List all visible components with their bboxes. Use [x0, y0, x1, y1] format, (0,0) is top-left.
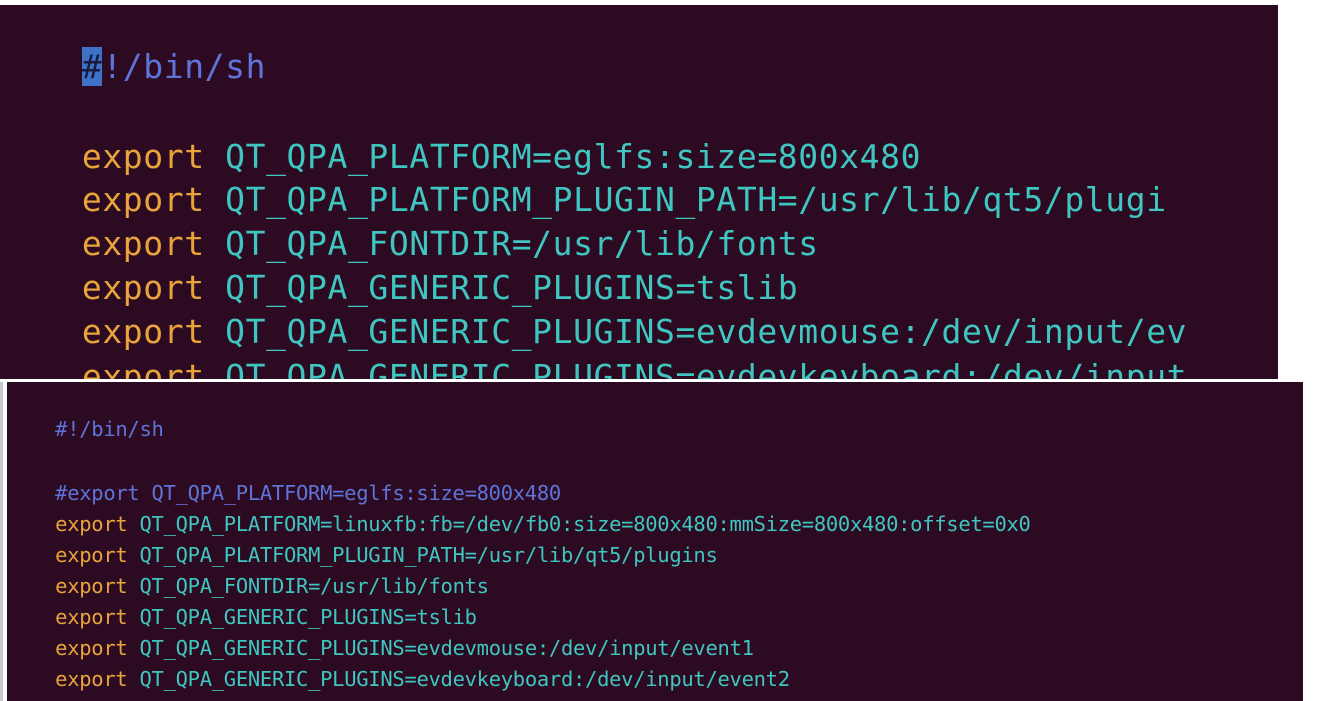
- export-keyword: export: [55, 666, 128, 691]
- shebang-text: #!/bin/sh: [55, 416, 164, 441]
- code-line: export QT_QPA_GENERIC_PLUGINS=evdevkeybo…: [0, 327, 1187, 379]
- code-line: export QT_QPA_GENERIC_PLUGINS=evdevkeybo…: [7, 648, 790, 701]
- code-text: QT_QPA_GENERIC_PLUGINS=evdevkeyboard:/de…: [127, 666, 790, 691]
- shebang-line: #!/bin/sh: [7, 398, 164, 460]
- bottom-editor-panel[interactable]: #!/bin/sh #export QT_QPA_PLATFORM=eglfs:…: [7, 382, 1303, 701]
- shebang-text: !/bin/sh: [102, 47, 267, 86]
- export-keyword: export: [81, 357, 205, 379]
- text-cursor: #: [81, 47, 103, 86]
- code-text: QT_QPA_GENERIC_PLUGINS=evdevkeyboard:/de…: [204, 357, 1188, 379]
- shebang-line: #!/bin/sh: [0, 17, 266, 116]
- window-border: [0, 382, 3, 701]
- top-editor-panel[interactable]: #!/bin/sh export QT_QPA_PLATFORM=eglfs:s…: [0, 5, 1278, 379]
